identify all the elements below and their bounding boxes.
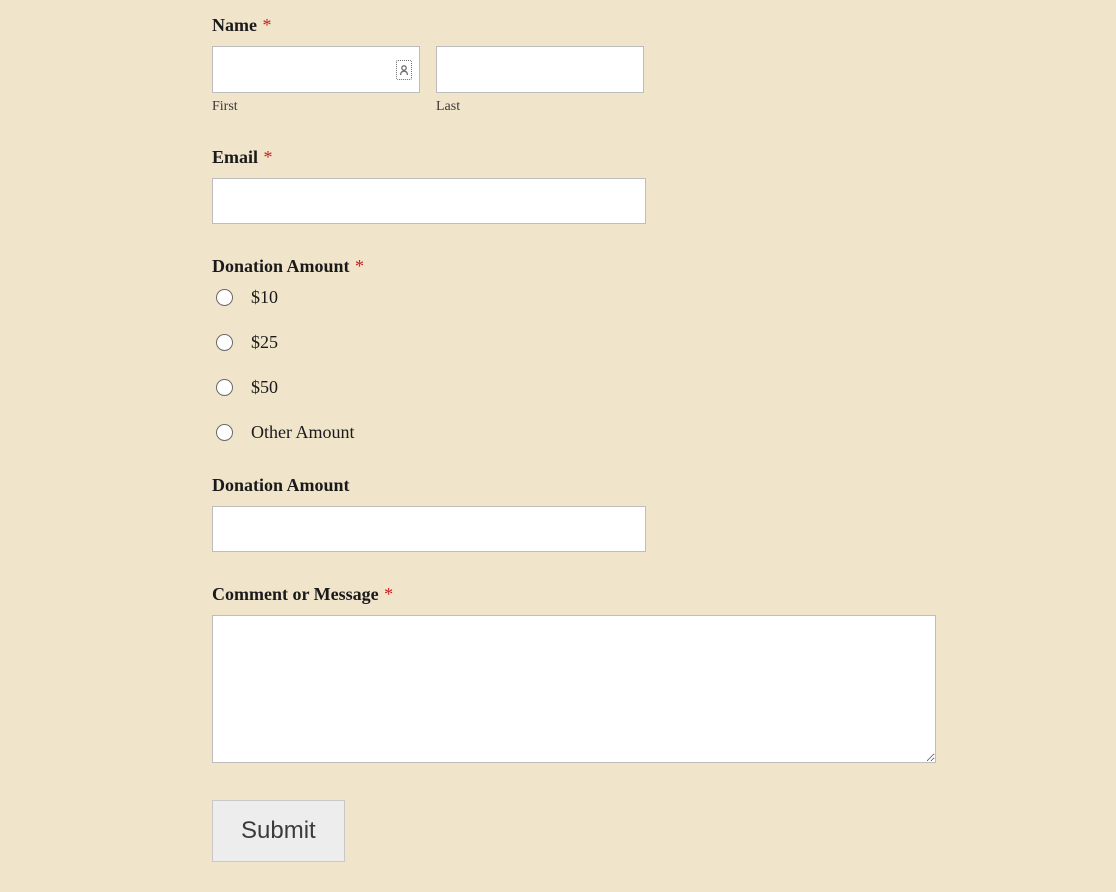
first-name-input[interactable] <box>212 46 420 93</box>
submit-button-label: Submit <box>241 817 316 844</box>
comment-label-text: Comment or Message <box>212 584 379 604</box>
comment-textarea[interactable] <box>212 615 936 763</box>
first-name-wrap <box>212 46 420 93</box>
donation-form: Name * First Last <box>0 0 1116 892</box>
donation-radio-10[interactable] <box>216 289 233 306</box>
name-field-block: Name * First Last <box>212 15 1116 115</box>
name-label-text: Name <box>212 15 257 35</box>
donation-option-50[interactable]: $50 <box>216 377 1116 398</box>
donation-option-other[interactable]: Other Amount <box>216 422 1116 443</box>
donation-option-10-label: $10 <box>251 287 278 308</box>
name-row: First Last <box>212 46 1116 115</box>
comment-required-marker: * <box>384 584 393 604</box>
last-name-column: Last <box>436 46 644 115</box>
name-label: Name * <box>212 15 1116 36</box>
submit-button[interactable]: Submit <box>212 800 345 862</box>
donation-amount-label-text: Donation Amount <box>212 256 350 276</box>
donation-radio-25[interactable] <box>216 334 233 351</box>
donation-option-50-label: $50 <box>251 377 278 398</box>
donation-amount-required-marker: * <box>355 256 364 276</box>
email-input[interactable] <box>212 178 646 224</box>
donation-radio-50[interactable] <box>216 379 233 396</box>
donation-custom-label-text: Donation Amount <box>212 475 350 495</box>
comment-block: Comment or Message * <box>212 584 1116 768</box>
donation-amount-label: Donation Amount * <box>212 256 1116 277</box>
donation-option-25[interactable]: $25 <box>216 332 1116 353</box>
first-name-sublabel: First <box>212 99 420 115</box>
donation-radio-list: $10 $25 $50 Other Amount <box>212 287 1116 443</box>
email-field-block: Email * <box>212 147 1116 224</box>
name-required-marker: * <box>262 15 271 35</box>
donation-custom-input[interactable] <box>212 506 646 552</box>
donation-amount-radio-block: Donation Amount * $10 $25 $50 Other Amou… <box>212 256 1116 443</box>
email-label-text: Email <box>212 147 258 167</box>
last-name-input[interactable] <box>436 46 644 93</box>
email-label: Email * <box>212 147 1116 168</box>
donation-option-other-label: Other Amount <box>251 422 355 443</box>
last-name-sublabel: Last <box>436 99 644 115</box>
donation-option-10[interactable]: $10 <box>216 287 1116 308</box>
comment-label: Comment or Message * <box>212 584 1116 605</box>
donation-option-25-label: $25 <box>251 332 278 353</box>
email-required-marker: * <box>264 147 273 167</box>
donation-custom-label: Donation Amount <box>212 475 1116 496</box>
donation-custom-block: Donation Amount <box>212 475 1116 552</box>
donation-radio-other[interactable] <box>216 424 233 441</box>
first-name-column: First <box>212 46 420 115</box>
